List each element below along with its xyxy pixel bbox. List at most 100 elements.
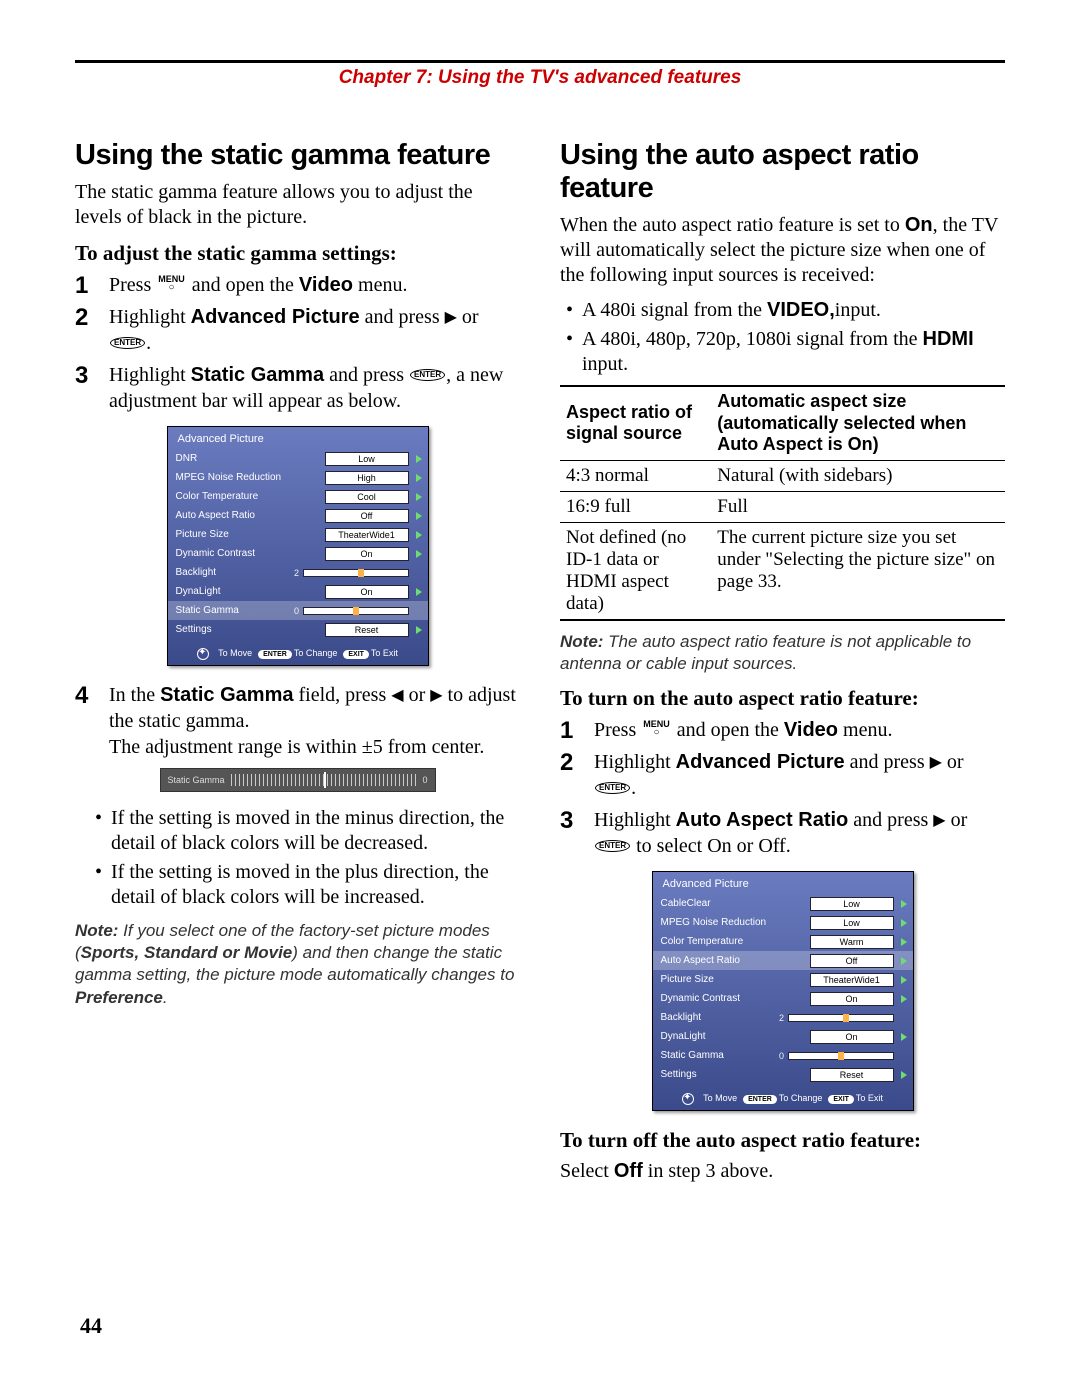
osd-row-num: 2 [770, 1013, 784, 1023]
osd-row-label: Static Gamma [174, 603, 282, 618]
osd-row: Picture SizeTheaterWide1 [168, 525, 428, 544]
table-header-2: Automatic aspect size (automatically sel… [711, 386, 1005, 460]
chevron-right-icon [416, 550, 422, 558]
chevron-right-icon [901, 900, 907, 908]
osd-row-value: Low [810, 897, 894, 911]
table-cell: 4:3 normal [560, 460, 711, 491]
osd-row-label: Backlight [659, 1010, 767, 1025]
left-step-2: Highlight Advanced Picture and press ▶ o… [75, 304, 520, 356]
chevron-right-icon [416, 474, 422, 482]
osd-row: Dynamic ContrastOn [168, 544, 428, 563]
osd-row: Backlight2 [168, 563, 428, 582]
right-arrow-icon: ▶ [930, 754, 942, 771]
osd-row-num: 0 [285, 606, 299, 616]
osd-row-label: Backlight [174, 565, 282, 580]
osd-hint: To Move ENTERTo Change EXITTo Exit [168, 639, 428, 665]
osd-row: Auto Aspect Ratio Off [168, 506, 428, 525]
osd-row-value: On [810, 992, 894, 1006]
osd-row-slider [788, 1052, 894, 1060]
osd-row-value: Low [325, 452, 409, 466]
osd-row-num: 0 [770, 1051, 784, 1061]
osd-row-label: Settings [659, 1067, 806, 1082]
osd-row: MPEG Noise ReductionLow [653, 913, 913, 932]
left-heading: Using the static gamma feature [75, 139, 520, 172]
left-note: Note: If you select one of the factory-s… [75, 920, 520, 1008]
osd-row: CableClear Low [653, 894, 913, 913]
right-bullet-2: A 480i, 480p, 720p, 1080i signal from th… [560, 327, 1005, 377]
right-off-body: Select Off in step 3 above. [560, 1159, 1005, 1184]
enter-pill-icon: ENTER [258, 650, 292, 659]
osd-title: Advanced Picture [168, 427, 428, 449]
table-cell: 16:9 full [560, 491, 711, 522]
slider-label: Static Gamma [168, 775, 225, 785]
chevron-right-icon [901, 1071, 907, 1079]
osd-row-label: Static Gamma [659, 1048, 767, 1063]
table-cell: The current picture size you set under "… [711, 522, 1005, 620]
right-intro: When the auto aspect ratio feature is se… [560, 213, 1005, 288]
chevron-right-icon [416, 455, 422, 463]
enter-icon: ENTER [595, 782, 630, 794]
table-header-1: Aspect ratio of signal source [560, 386, 711, 460]
osd-row-label: CableClear [659, 896, 806, 911]
osd-row-value: High [325, 471, 409, 485]
chapter-header: Chapter 7: Using the TV's advanced featu… [75, 60, 1005, 89]
osd-row: Static Gamma0 [653, 1046, 913, 1065]
left-step-4: In the Static Gamma field, press ◀ or ▶ … [75, 682, 520, 760]
osd-row: MPEG Noise Reduction High [168, 468, 428, 487]
aspect-table: Aspect ratio of signal source Automatic … [560, 385, 1005, 621]
slider-value: 0 [422, 775, 427, 785]
page-number: 44 [80, 1313, 102, 1339]
chevron-right-icon [901, 1033, 907, 1041]
osd-row-num: 2 [285, 568, 299, 578]
table-cell: Not defined (no ID-1 data or HDMI aspect… [560, 522, 711, 620]
right-arrow-icon: ▶ [445, 309, 457, 326]
osd-row-label: Auto Aspect Ratio [174, 508, 321, 523]
osd-row-slider [788, 1014, 894, 1022]
exit-pill-icon: EXIT [828, 1095, 854, 1104]
osd-row-value: On [810, 1030, 894, 1044]
osd-title: Advanced Picture [653, 872, 913, 894]
chevron-right-icon [416, 531, 422, 539]
osd-row: Backlight2 [653, 1008, 913, 1027]
left-subhead: To adjust the static gamma settings: [75, 240, 520, 266]
enter-pill-icon: ENTER [743, 1095, 777, 1104]
osd-row-label: Auto Aspect Ratio [659, 953, 806, 968]
chevron-right-icon [416, 493, 422, 501]
osd-row: SettingsReset [653, 1065, 913, 1084]
osd-row-label: DynaLight [659, 1029, 806, 1044]
right-step-2: Highlight Advanced Picture and press ▶ o… [560, 749, 1005, 801]
osd-row: DynaLight On [653, 1027, 913, 1046]
osd-row-value: On [325, 547, 409, 561]
right-note: Note: The auto aspect ratio feature is n… [560, 631, 1005, 675]
right-step-1: Press MENU and open the Video menu. [560, 717, 1005, 743]
osd-row-label: Picture Size [659, 972, 806, 987]
osd-row-label: DNR [174, 451, 321, 466]
static-gamma-slider: Static Gamma 0 [160, 768, 436, 792]
chevron-right-icon [416, 512, 422, 520]
osd-row-label: Settings [174, 622, 321, 637]
exit-pill-icon: EXIT [343, 650, 369, 659]
osd-row-value: Warm [810, 935, 894, 949]
right-arrow-icon: ▶ [933, 812, 945, 829]
osd-row: Settings Reset [168, 620, 428, 639]
table-cell: Natural (with sidebars) [711, 460, 1005, 491]
dpad-icon [197, 648, 209, 660]
osd-row-value: On [325, 585, 409, 599]
slider-ticks [231, 774, 417, 786]
chevron-right-icon [901, 957, 907, 965]
osd-row-value: Low [810, 916, 894, 930]
osd-row-value: Off [325, 509, 409, 523]
osd-row-value: Reset [325, 623, 409, 637]
enter-icon: ENTER [110, 337, 145, 349]
osd-row: Auto Aspect Ratio Off [653, 951, 913, 970]
osd-row-value: TheaterWide1 [810, 973, 894, 987]
osd-row-label: MPEG Noise Reduction [174, 470, 321, 485]
chevron-right-icon [901, 919, 907, 927]
osd-row-label: Picture Size [174, 527, 321, 542]
osd-row-value: Off [810, 954, 894, 968]
osd-row: Dynamic ContrastOn [653, 989, 913, 1008]
osd-row-slider [303, 607, 409, 615]
osd-row: Static Gamma0 [168, 601, 428, 620]
left-step-3: Highlight Static Gamma and press ENTER, … [75, 362, 520, 414]
osd-row: Color TemperatureCool [168, 487, 428, 506]
